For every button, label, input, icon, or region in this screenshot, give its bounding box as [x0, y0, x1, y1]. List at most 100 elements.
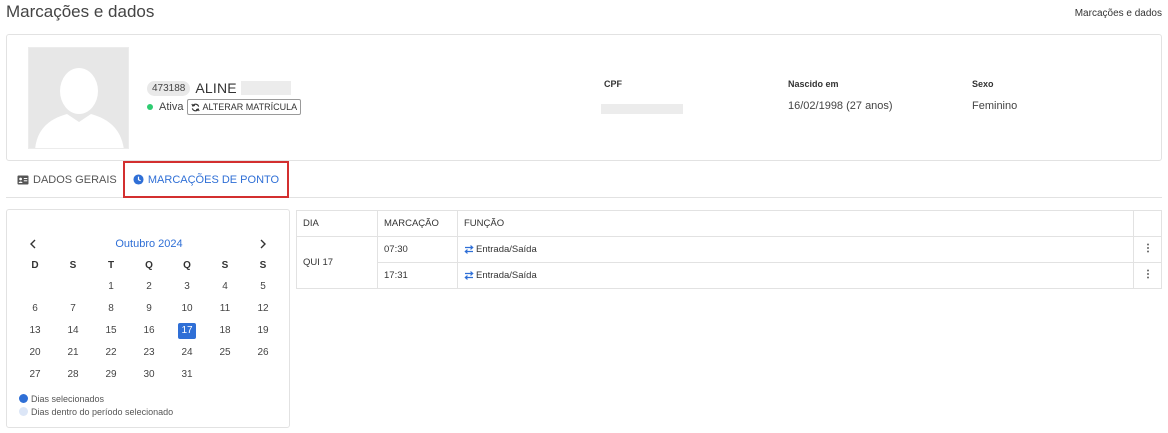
calendar-day-number: 14 — [67, 325, 79, 336]
weekday-label: S — [69, 259, 77, 271]
calendar-day[interactable]: 11 — [206, 301, 244, 317]
calendar-legend: Dias selecionados Dias dentro do período… — [19, 392, 173, 418]
day-cell: QUI 17 — [296, 236, 378, 289]
column-header-actions — [1133, 210, 1162, 237]
calendar-day[interactable]: 2 — [130, 279, 168, 295]
time-marks-table: DIA MARCAÇÃO FUNÇÃO QUI 17 07:30 Entrada… — [296, 210, 1162, 289]
calendar-week-row: 27 28 29 30 31 — [16, 364, 282, 386]
calendar-day-number: 17 — [178, 323, 196, 339]
weekday-label: Q — [145, 259, 153, 271]
calendar-day[interactable]: 13 — [16, 323, 54, 339]
calendar-day-number: 9 — [146, 303, 152, 314]
calendar-day[interactable]: 4 — [206, 279, 244, 295]
calendar-day[interactable]: 18 — [206, 323, 244, 339]
mark-time-cell: 17:31 — [377, 262, 458, 289]
id-card-icon — [17, 175, 29, 184]
calendar-day[interactable]: 9 — [130, 301, 168, 317]
calendar-day[interactable]: 6 — [16, 301, 54, 317]
calendar-day-number: 22 — [105, 347, 117, 358]
row-actions-menu[interactable] — [1133, 236, 1162, 263]
tab-time-marks[interactable]: MARCAÇÕES DE PONTO — [123, 161, 289, 198]
calendar-day[interactable]: 31 — [168, 367, 206, 383]
calendar-header: Outubro 2024 — [7, 236, 291, 252]
function-cell: Entrada/Saída — [457, 262, 1134, 289]
next-month-button[interactable] — [255, 236, 271, 252]
tab-bar: DADOS GERAIS MARCAÇÕES DE PONTO — [6, 161, 1162, 198]
calendar-day-number: 26 — [257, 347, 269, 358]
mark-time-cell: 07:30 — [377, 236, 458, 263]
function-label: Entrada/Saída — [476, 244, 537, 255]
avatar — [28, 47, 129, 149]
status-dot — [147, 104, 153, 110]
column-header-day: DIA — [296, 210, 378, 237]
birth-block: Nascido em 16/02/1998 (27 anos) — [788, 79, 893, 112]
birth-value: 16/02/1998 (27 anos) — [788, 100, 893, 112]
calendar-day-number: 11 — [219, 303, 231, 314]
calendar-day-number: 1 — [108, 281, 114, 292]
calendar-day-number: 31 — [181, 369, 193, 380]
calendar-day[interactable]: 19 — [244, 323, 282, 339]
clock-icon — [133, 174, 144, 185]
calendar-day[interactable]: 29 — [92, 367, 130, 383]
calendar-day-number: 6 — [32, 303, 38, 314]
employee-profile-card: 473188 ALINE Ativa ALTERAR MATRÍCULA CPF… — [6, 34, 1162, 161]
calendar-day[interactable]: 7 — [54, 301, 92, 317]
calendar-grid: D S T Q Q S S 1 2 3 4 5 6 7 8 9 10 11 12 13 14 15 16 17 1… — [16, 254, 282, 386]
calendar-day[interactable]: 23 — [130, 345, 168, 361]
employee-status-row: Ativa ALTERAR MATRÍCULA — [147, 99, 302, 115]
calendar-day[interactable]: 22 — [92, 345, 130, 361]
calendar-day[interactable]: 1 — [92, 279, 130, 295]
calendar-week-row: 13 14 15 16 17 18 19 — [16, 320, 282, 342]
legend-dot-selected — [19, 394, 28, 403]
function-label: Entrada/Saída — [476, 270, 537, 281]
sex-block: Sexo Feminino — [972, 79, 1017, 112]
calendar-day[interactable]: 3 — [168, 279, 206, 295]
calendar-day[interactable]: 28 — [54, 367, 92, 383]
calendar-day[interactable]: 27 — [16, 367, 54, 383]
employee-name-row: 473188 ALINE — [147, 80, 291, 96]
calendar-day[interactable]: 24 — [168, 345, 206, 361]
calendar-day[interactable]: 16 — [130, 323, 168, 339]
cpf-block: CPF — [601, 79, 683, 114]
employee-id-badge: 473188 — [147, 80, 191, 96]
weekday-header-row: D S T Q Q S S — [16, 254, 282, 276]
calendar-day[interactable]: 26 — [244, 345, 282, 361]
calendar-day[interactable]: 15 — [92, 323, 130, 339]
calendar-day-number: 19 — [257, 325, 269, 336]
legend-item-selected: Dias selecionados — [19, 392, 173, 405]
breadcrumb[interactable]: Marcações e dados — [1075, 8, 1162, 19]
calendar-week-row: 1 2 3 4 5 — [16, 276, 282, 298]
calendar-day[interactable]: 25 — [206, 345, 244, 361]
calendar-day[interactable]: 5 — [244, 279, 282, 295]
calendar-month-label[interactable]: Outubro 2024 — [7, 238, 291, 250]
calendar-day[interactable]: 21 — [54, 345, 92, 361]
calendar-day[interactable]: 30 — [130, 367, 168, 383]
calendar-card: Outubro 2024 D S T Q Q S S 1 2 3 4 5 6 7 8 9 10 11… — [6, 209, 290, 428]
legend-item-period: Dias dentro do período selecionado — [19, 405, 173, 418]
cpf-label: CPF — [604, 79, 622, 89]
calendar-day[interactable]: 14 — [54, 323, 92, 339]
calendar-day-number: 4 — [222, 281, 228, 292]
tab-general-data[interactable]: DADOS GERAIS — [17, 161, 117, 198]
legend-label-selected: Dias selecionados — [31, 393, 105, 404]
change-registration-button[interactable]: ALTERAR MATRÍCULA — [187, 99, 302, 115]
page-title: Marcações e dados — [6, 2, 155, 21]
calendar-day-number: 12 — [257, 303, 269, 314]
calendar-day[interactable]: 12 — [244, 301, 282, 317]
calendar-day-number: 2 — [146, 281, 152, 292]
calendar-day[interactable]: 8 — [92, 301, 130, 317]
more-vertical-icon — [1146, 269, 1149, 279]
table-header-row: DIA MARCAÇÃO FUNÇÃO — [296, 210, 1162, 237]
calendar-weeks: 1 2 3 4 5 6 7 8 9 10 11 12 13 14 15 16 17 18 19 20 21 22 23 24 2… — [16, 276, 282, 386]
calendar-day-number: 16 — [143, 325, 155, 336]
calendar-day-number: 3 — [184, 281, 190, 292]
calendar-day-number: 21 — [67, 347, 79, 358]
calendar-day[interactable]: 20 — [16, 345, 54, 361]
calendar-day[interactable]: 10 — [168, 301, 206, 317]
tab-general-label: DADOS GERAIS — [33, 173, 117, 186]
calendar-day-number: 30 — [143, 369, 155, 380]
sex-label: Sexo — [972, 79, 994, 89]
legend-dot-period — [19, 407, 28, 416]
row-actions-menu[interactable] — [1133, 262, 1162, 289]
calendar-day-selected[interactable]: 17 — [168, 323, 206, 339]
